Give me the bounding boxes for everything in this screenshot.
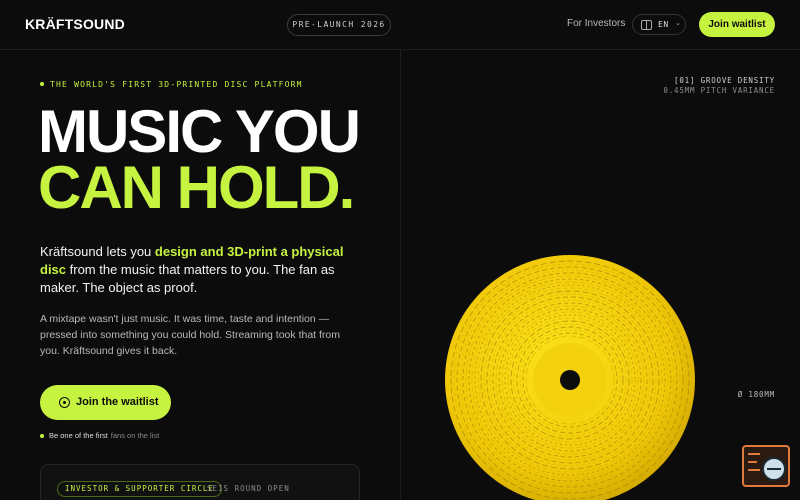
join-the-waitlist-button[interactable]: Join the waitlist [40,385,171,420]
language-code: EN [658,20,669,29]
window-search-icon [762,457,786,481]
disc-render [445,255,695,500]
headline-line-2: CAN HOLD. [38,154,355,221]
widget-bar-1 [748,453,760,455]
hero-lead: Kräftsound lets you design and 3D-print … [40,243,370,297]
disc-size-label: Ø 180MM [737,390,775,399]
floating-widget[interactable] [742,445,790,487]
site-header: KRÄFTSOUND PRE-LAUNCH 2026 For Investors… [0,0,800,50]
disc-spindle-hole [560,370,580,390]
join-waitlist-button[interactable]: Join waitlist [699,12,775,37]
panel-divider [400,50,401,500]
investor-pill: INVESTOR & SUPPORTER CIRCLE [57,481,222,497]
globe-icon [641,20,652,30]
investor-card[interactable]: INVESTOR & SUPPORTER CIRCLE SEIS ROUND O… [40,464,360,500]
social-strong: Be one of the first [49,431,108,440]
prelaunch-badge: PRE-LAUNCH 2026 [287,14,391,36]
social-proof: Be one of the first fans on the list [40,431,159,440]
hero-headline: MUSIC YOU CAN HOLD. [38,98,361,221]
social-rest: fans on the list [110,431,160,440]
eyebrow-dot [40,81,44,86]
disc-svg [445,255,695,500]
eyebrow-text: THE WORLD'S FIRST 3D-PRINTED DISC PLATFO… [50,80,303,89]
seis-note: SEIS ROUND OPEN [207,484,290,493]
lead-prefix: Kräftsound lets you [40,244,155,259]
widget-bar-2 [748,461,757,463]
spec-pitch-variance: 0.45MM PITCH VARIANCE [663,86,775,95]
language-selector[interactable]: EN ⌄ [632,14,686,35]
lead-suffix: from the music that matters to you. The … [40,262,335,295]
chevron-down-icon: ⌄ [675,20,681,27]
headline-line-1: MUSIC YOU [38,98,361,165]
logo[interactable]: KRÄFTSOUND [25,16,125,32]
spec-groove-density: [01] GROOVE DENSITY [674,76,775,85]
social-dot [40,434,44,439]
target-icon [59,397,70,408]
cta-label: Join the waitlist [76,396,159,408]
hero-eyebrow: THE WORLD'S FIRST 3D-PRINTED DISC PLATFO… [40,80,303,89]
investors-link[interactable]: For Investors [567,18,625,29]
widget-bar-3 [748,469,760,471]
hero-subtext: A mixtape wasn't just music. It was time… [40,313,340,357]
